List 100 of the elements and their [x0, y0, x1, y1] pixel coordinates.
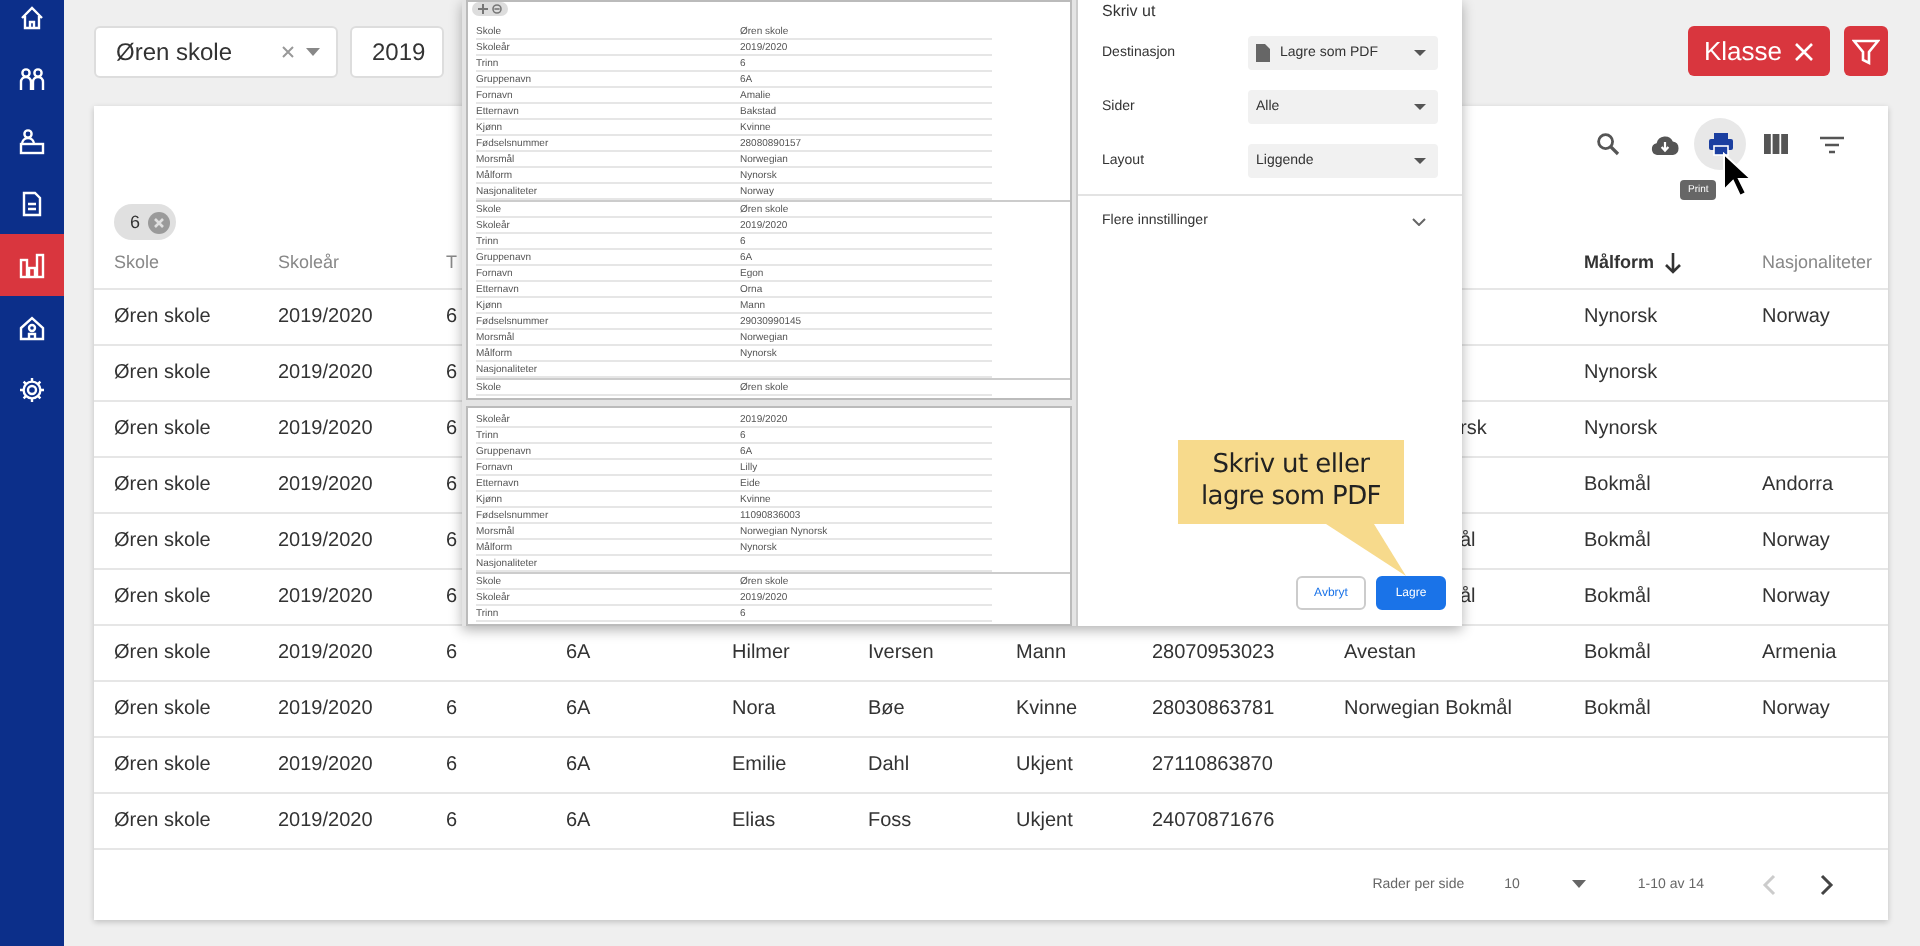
table-cell: Foss: [868, 810, 912, 832]
table-cell: Avestan: [1344, 642, 1416, 664]
table-cell: Norway: [1762, 698, 1830, 720]
table-cell: Øren skole: [114, 474, 211, 496]
table-cell: 2019/2020: [278, 530, 373, 552]
funnel-icon: [1852, 37, 1880, 65]
table-cell: 6A: [566, 754, 591, 776]
table-cell: Øren skole: [114, 418, 211, 440]
table-cell: 2019/2020: [278, 306, 373, 328]
table-cell: 6: [446, 418, 458, 440]
sort-arrow-icon: [1664, 251, 1683, 273]
person-desk-icon: [18, 127, 46, 155]
table-cell: 6: [446, 362, 458, 384]
table-cell: Norway: [1762, 530, 1830, 552]
clear-icon[interactable]: [282, 46, 294, 58]
table-cell: Øren skole: [114, 586, 211, 608]
table-cell: Øren skole: [114, 810, 211, 832]
table-cell: 28030863781: [1152, 698, 1275, 720]
dialog-title: Skriv ut: [1102, 2, 1158, 22]
table-cell: Bokmål: [1584, 530, 1651, 552]
table-cell: Nynorsk: [1584, 418, 1658, 440]
printer-icon: [1707, 132, 1733, 156]
table-cell: 6: [446, 754, 458, 776]
table-cell: Bokmål: [1584, 474, 1651, 496]
table-cell: 2019/2020: [278, 586, 373, 608]
table-cell: Kvinne: [1016, 698, 1078, 720]
dropdown-caret-icon: [1414, 49, 1426, 55]
table-cell: 2019/2020: [278, 474, 373, 496]
dropdown-caret-icon: [1414, 157, 1426, 163]
table-cell: Ukjent: [1016, 754, 1073, 776]
table-cell: 27110863870: [1152, 754, 1273, 776]
cursor-icon: [1722, 152, 1754, 200]
column-header[interactable]: Målform: [1584, 251, 1683, 273]
school-select[interactable]: 2019: [350, 26, 444, 78]
table-cell: 2019/2020: [278, 362, 373, 384]
next-page-icon[interactable]: [1820, 873, 1834, 895]
table-cell: Nora: [732, 698, 776, 720]
column-header[interactable]: Skoleår: [278, 252, 340, 272]
table-cell: 6: [446, 642, 458, 664]
file-icon: [1256, 43, 1270, 61]
bar-chart-icon: [18, 251, 46, 279]
table-cell: 6: [446, 474, 458, 496]
table-cell: Bokmål: [1584, 642, 1651, 664]
dropdown-caret-icon: [1571, 880, 1586, 888]
zoom-control[interactable]: [472, 2, 508, 16]
table-cell: Øren skole: [114, 362, 211, 384]
table-cell: Bokmål: [1584, 698, 1651, 720]
table-cell: 6A: [566, 810, 591, 832]
filter-chip[interactable]: 6: [114, 204, 177, 240]
column-header[interactable]: T: [446, 252, 457, 272]
settings-icon: [18, 375, 46, 403]
close-icon: [1794, 41, 1814, 61]
table-cell: 24070871676: [1152, 810, 1275, 832]
table-cell: 2019/2020: [278, 698, 373, 720]
table-cell: 2019/2020: [278, 418, 373, 440]
filter-button[interactable]: [1844, 26, 1888, 76]
table-cell: 6A: [566, 698, 591, 720]
table-cell: Bokmål: [1584, 586, 1651, 608]
school-select[interactable]: Øren skole: [94, 26, 338, 78]
school-icon: [18, 313, 46, 341]
column-header[interactable]: Skole: [114, 252, 160, 272]
table-cell: Iversen: [868, 642, 934, 664]
table-cell: Andorra: [1762, 474, 1834, 496]
class-filter-button[interactable]: Klasse: [1687, 26, 1830, 76]
home-icon: [18, 3, 46, 31]
filter-list-icon: [1820, 135, 1844, 153]
table-cell: 6: [446, 530, 458, 552]
table-cell: Elias: [732, 810, 776, 832]
people-icon: [18, 65, 46, 93]
cloud-download-icon: [1649, 133, 1679, 155]
table-cell: Ukjent: [1016, 810, 1073, 832]
table-cell: 2019/2020: [278, 642, 373, 664]
table-cell: 2019/2020: [278, 754, 373, 776]
column-header[interactable]: Nasjonaliteter: [1762, 252, 1873, 272]
table-cell: Dahl: [868, 754, 910, 776]
table-cell: Øren skole: [114, 530, 211, 552]
table-cell: 6: [446, 306, 458, 328]
zoom-out-icon[interactable]: [492, 4, 502, 14]
table-cell: Armenia: [1762, 642, 1837, 664]
table-cell: Mann: [1016, 642, 1067, 664]
table-cell: Hilmer: [732, 642, 790, 664]
table-cell: 6: [446, 586, 458, 608]
table-cell: 6A: [566, 642, 591, 664]
document-icon: [18, 189, 46, 217]
table-cell: Nynorsk: [1584, 362, 1658, 384]
table-cell: Norwegian Bokmål: [1344, 698, 1512, 720]
table-cell: Norway: [1762, 306, 1830, 328]
table-cell: 6: [446, 698, 458, 720]
table-cell: Øren skole: [114, 642, 211, 664]
callout-pointer: [1326, 524, 1406, 576]
table-cell: Nynorsk: [1584, 306, 1658, 328]
table-cell: Emilie: [732, 754, 787, 776]
columns-icon: [1764, 134, 1788, 154]
table-cell: 6: [446, 810, 458, 832]
table-cell: Øren skole: [114, 754, 211, 776]
table-cell: Øren skole: [114, 306, 211, 328]
table-cell: 28070953023: [1152, 642, 1275, 664]
zoom-in-icon[interactable]: [478, 4, 488, 14]
table-cell: 2019/2020: [278, 810, 373, 832]
search-icon: [1596, 132, 1620, 156]
